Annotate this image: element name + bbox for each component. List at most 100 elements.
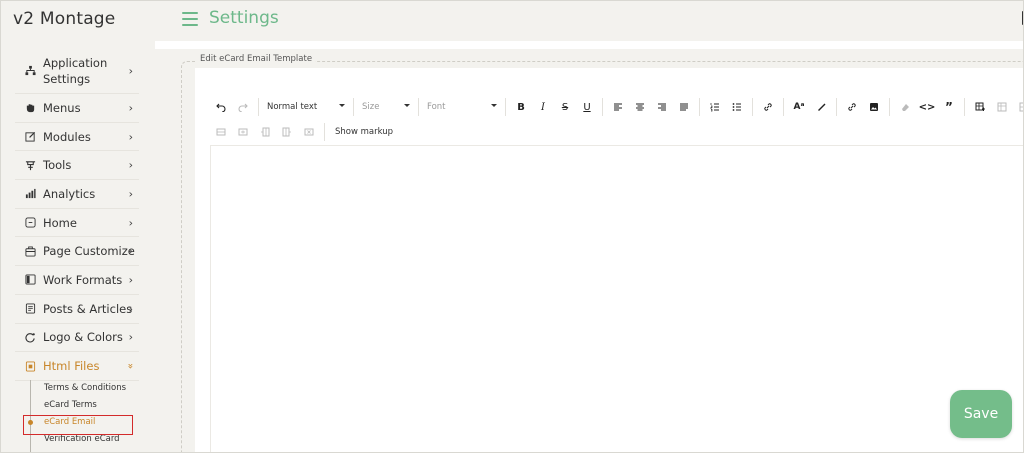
editor-content-area[interactable] xyxy=(210,146,1023,452)
sidebar-item-posts-articles[interactable]: Posts & Articles › xyxy=(15,295,139,324)
sidebar-item-label: Posts & Articles xyxy=(43,301,133,316)
chevron-right-icon: › xyxy=(128,302,133,316)
toolbar-separator xyxy=(964,98,965,116)
toolbar-row-2: Show markup xyxy=(210,121,399,143)
italic-icon[interactable]: I xyxy=(532,97,554,117)
sitemap-icon xyxy=(21,65,39,76)
chevron-right-icon: › xyxy=(128,273,133,287)
table-props-icon[interactable] xyxy=(991,97,1013,117)
chevron-down-double-icon: » xyxy=(124,362,136,370)
code-icon[interactable]: <> xyxy=(916,97,938,117)
sidebar-item-label: Page Customize xyxy=(43,244,135,259)
main-top-strip xyxy=(155,41,1023,49)
undo-icon[interactable] xyxy=(210,97,232,117)
submenu-item-ecard-terms[interactable]: eCard Terms xyxy=(23,397,141,414)
header: Settings xyxy=(155,1,1023,41)
toolbar-separator xyxy=(353,98,354,116)
table-insert-row-above-icon[interactable] xyxy=(210,122,232,142)
work-formats-icon xyxy=(21,274,39,286)
link-icon[interactable] xyxy=(757,97,779,117)
block-format-select[interactable]: Normal text xyxy=(263,97,349,117)
selection-highlight xyxy=(23,415,133,435)
quote-icon[interactable]: ” xyxy=(938,97,960,117)
align-left-icon[interactable] xyxy=(607,97,629,117)
app-title: v2 Montage xyxy=(13,9,116,29)
tools-icon xyxy=(21,160,39,171)
sidebar-item-work-formats[interactable]: Work Formats › xyxy=(15,266,139,295)
fieldset-legend: Edit eCard Email Template xyxy=(197,54,316,64)
sidebar-item-menus[interactable]: Menus › xyxy=(15,94,139,123)
align-right-icon[interactable] xyxy=(651,97,673,117)
app-window: v2 Montage Application Settings › Menus … xyxy=(0,0,1024,453)
toolbar-separator xyxy=(258,98,259,116)
show-markup-button[interactable]: Show markup xyxy=(329,127,399,137)
bold-icon[interactable]: B xyxy=(510,97,532,117)
toolbar-separator xyxy=(505,98,506,116)
toolbar-separator xyxy=(836,98,837,116)
text-color-icon[interactable]: Aᵃ xyxy=(788,97,810,117)
chevron-right-icon: › xyxy=(128,244,133,258)
underline-icon[interactable]: U xyxy=(576,97,598,117)
ordered-list-icon[interactable] xyxy=(704,97,726,117)
bar-chart-icon xyxy=(21,188,39,199)
sidebar-item-label: Logo & Colors xyxy=(43,330,123,345)
insert-link-icon[interactable] xyxy=(841,97,863,117)
align-justify-icon[interactable] xyxy=(673,97,695,117)
toolbar-separator xyxy=(418,98,419,116)
sidebar-item-analytics[interactable]: Analytics › xyxy=(15,180,139,209)
highlighter-icon[interactable] xyxy=(810,97,832,117)
sidebar-item-label: Application Settings xyxy=(43,55,108,86)
rich-text-editor: Normal text Size Font B I S U Aᵃ <> ” Sh… xyxy=(195,68,1023,452)
toolbar-separator xyxy=(324,123,325,141)
align-center-icon[interactable] xyxy=(629,97,651,117)
sidebar-item-modules[interactable]: Modules › xyxy=(15,123,139,152)
sidebar-nav: Application Settings › Menus › Modules › xyxy=(15,48,139,381)
font-size-value: Size xyxy=(362,102,380,112)
block-format-value: Normal text xyxy=(267,102,318,112)
chevron-right-icon: › xyxy=(128,216,133,230)
hand-icon xyxy=(21,102,39,113)
sidebar-item-page-customize[interactable]: Page Customize › xyxy=(15,237,139,267)
font-family-select[interactable]: Font xyxy=(423,97,501,117)
chevron-right-icon: › xyxy=(128,64,133,77)
font-size-select[interactable]: Size xyxy=(358,97,414,117)
sidebar-item-home[interactable]: Home › xyxy=(15,209,139,238)
submenu-item-terms-conditions[interactable]: Terms & Conditions xyxy=(23,380,141,397)
home-icon xyxy=(21,217,39,228)
sidebar: v2 Montage Application Settings › Menus … xyxy=(1,1,155,452)
editor-toolbar: Normal text Size Font B I S U Aᵃ <> ” Sh… xyxy=(210,96,1023,146)
sidebar-item-logo-colors[interactable]: Logo & Colors › xyxy=(15,324,139,353)
chevron-right-icon: › xyxy=(128,158,133,172)
chevron-right-icon: › xyxy=(128,187,133,201)
chevron-right-icon: › xyxy=(128,130,133,144)
sidebar-item-html-files[interactable]: Html Files » xyxy=(15,352,139,381)
strikethrough-icon[interactable]: S xyxy=(554,97,576,117)
page-customize-icon xyxy=(21,246,39,257)
table-insert-col-right-icon[interactable] xyxy=(276,122,298,142)
toolbar-separator xyxy=(699,98,700,116)
table-delete-icon[interactable] xyxy=(298,122,320,142)
table-row-icon[interactable] xyxy=(1013,97,1023,117)
main-content: Edit eCard Email Template Normal text Si… xyxy=(155,41,1023,452)
sidebar-item-application-settings[interactable]: Application Settings › xyxy=(15,48,139,94)
bullet-list-icon[interactable] xyxy=(726,97,748,117)
redo-icon[interactable] xyxy=(232,97,254,117)
toolbar-separator xyxy=(783,98,784,116)
posts-icon xyxy=(21,303,39,314)
sidebar-item-label: Modules xyxy=(43,129,91,144)
edit-icon xyxy=(21,131,39,142)
html-files-submenu: Terms & Conditions eCard Terms eCard Ema… xyxy=(23,380,141,452)
table-insert-col-left-icon[interactable] xyxy=(254,122,276,142)
hamburger-menu-icon[interactable] xyxy=(182,12,198,26)
font-family-value: Font xyxy=(427,102,446,112)
sidebar-item-label: Analytics xyxy=(43,186,96,201)
sidebar-item-label: Tools xyxy=(43,158,72,173)
chevron-right-icon: › xyxy=(128,101,133,115)
sidebar-item-tools[interactable]: Tools › xyxy=(15,151,139,181)
table-insert-row-below-icon[interactable] xyxy=(232,122,254,142)
table-insert-icon[interactable] xyxy=(969,97,991,117)
sidebar-item-label: Menus xyxy=(43,100,81,115)
save-button[interactable]: Save xyxy=(950,390,1012,438)
image-icon[interactable] xyxy=(863,97,885,117)
eraser-icon[interactable] xyxy=(894,97,916,117)
